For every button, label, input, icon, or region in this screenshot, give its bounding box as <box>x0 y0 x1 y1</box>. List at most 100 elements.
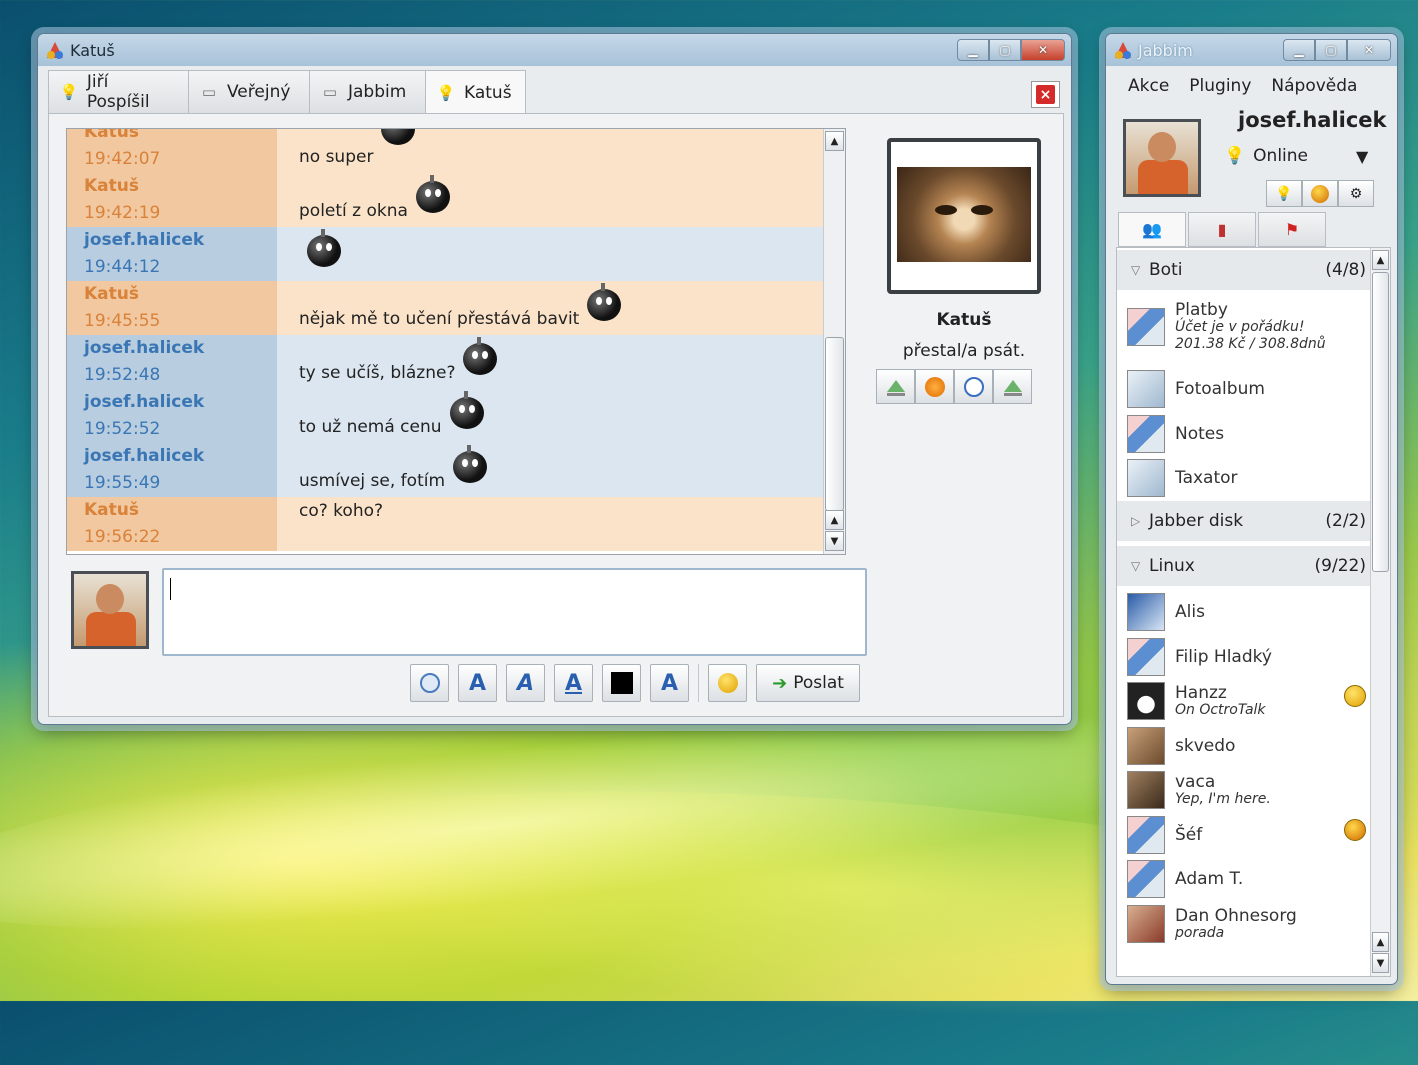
message-nick: josef.halicek <box>84 446 205 466</box>
message-text: no super <box>299 147 374 167</box>
contact-avatar <box>887 138 1041 294</box>
history-button[interactable] <box>954 369 993 404</box>
font-button[interactable]: A <box>650 664 689 702</box>
tab-jiri-pospisil[interactable]: 💡 Jiří Pospíšil <box>48 70 189 113</box>
chat-window: Katuš ▁ ▢ ✕ 💡 Jiří Pospíšil ▭ Veřejný ▭ … <box>37 33 1072 725</box>
bomb-emoticon-icon <box>587 283 622 321</box>
contact-name: Katuš <box>936 310 992 330</box>
message-row: josef.halicek 19:52:52 to už nemá cenu <box>67 389 840 443</box>
menu-akce[interactable]: Akce <box>1128 76 1169 96</box>
jabbim-app-icon <box>1115 42 1131 59</box>
contact-item[interactable]: vaca Yep, I'm here. <box>1117 768 1372 812</box>
scroll-up-button[interactable]: ▲ <box>1372 932 1389 952</box>
my-avatar <box>71 571 149 649</box>
tab-katus[interactable]: 💡 Katuš <box>425 70 526 114</box>
contact-item[interactable]: Taxator <box>1117 456 1372 500</box>
bomb-emoticon-icon <box>463 337 498 375</box>
contact-avatar <box>1127 816 1165 854</box>
in-love-emoticon-icon <box>1344 819 1366 841</box>
contact-item[interactable]: Fotoalbum <box>1117 367 1372 411</box>
upload-icon <box>1003 379 1022 396</box>
upload-icon <box>886 379 905 396</box>
message-time: 19:45:55 <box>84 311 161 331</box>
eject-button[interactable] <box>993 369 1032 404</box>
message-time: 19:44:12 <box>84 257 161 277</box>
link-button[interactable] <box>410 664 449 702</box>
contact-avatar <box>1127 593 1165 631</box>
chat-icon: ▭ <box>201 83 217 101</box>
roster-titlebar[interactable]: Jabbim ▁ ▢ ✕ <box>1106 34 1397 66</box>
contact-item[interactable]: Hanzz On OctroTalk <box>1117 679 1372 723</box>
close-window-button[interactable]: ✕ <box>1021 39 1065 61</box>
flag-icon: ⚑ <box>1284 220 1300 239</box>
chat-tabs: 💡 Jiří Pospíšil ▭ Veřejný ▭ Jabbim 💡 Kat… <box>48 70 526 114</box>
message-nick: Katuš <box>84 500 139 520</box>
send-file-button[interactable] <box>876 369 915 404</box>
maximize-button[interactable]: ▢ <box>989 39 1021 61</box>
contact-item[interactable]: Alis <box>1117 590 1372 634</box>
my-avatar[interactable] <box>1123 119 1201 197</box>
italic-button[interactable]: A <box>506 664 545 702</box>
globe-icon <box>419 673 440 693</box>
menu-pluginy[interactable]: Pluginy <box>1189 76 1251 96</box>
message-time: 19:42:07 <box>84 149 161 169</box>
menu-napoveda[interactable]: Nápověda <box>1271 76 1357 96</box>
alert-button[interactable] <box>915 369 954 404</box>
contact-item[interactable]: Notes <box>1117 412 1372 456</box>
scroll-up-button[interactable]: ▲ <box>825 131 844 151</box>
group-header[interactable]: ▽ Boti (4/8) <box>1117 250 1372 290</box>
color-button[interactable] <box>602 664 641 702</box>
scroll-down-button[interactable]: ▼ <box>825 531 844 551</box>
bold-button[interactable]: A <box>458 664 497 702</box>
chevron-down-icon[interactable]: ▼ <box>1356 147 1368 166</box>
message-log-scrollbar[interactable]: ▲ ▲ ▼ <box>823 129 845 554</box>
contact-list-scrollbar[interactable]: ▲ ▲ ▼ <box>1370 248 1390 976</box>
maximize-button[interactable]: ▢ <box>1315 39 1347 61</box>
message-log[interactable]: Katuš 19:42:07 no super Katuš 19:42:19 pol… <box>66 128 846 555</box>
gear-icon: ⚙ <box>1349 185 1363 202</box>
scroll-up-button[interactable]: ▲ <box>1372 250 1389 270</box>
contact-item[interactable]: Šéf <box>1117 813 1372 857</box>
bomb-emoticon-icon <box>449 391 484 429</box>
tab-bookmarks[interactable]: ▮ <box>1188 212 1256 247</box>
emoticon-button[interactable] <box>708 664 747 702</box>
send-button[interactable]: ➔ Poslat <box>756 664 860 702</box>
contact-item[interactable]: Dan Ohnesorg porada <box>1117 902 1372 946</box>
status-bulb-button[interactable]: 💡 <box>1266 180 1302 207</box>
alert-icon <box>924 376 945 397</box>
close-window-button[interactable]: ✕ <box>1347 39 1391 61</box>
minimize-button[interactable]: ▁ <box>1283 39 1315 61</box>
scroll-down-button[interactable]: ▼ <box>1372 953 1389 973</box>
contact-item[interactable]: Adam T. <box>1117 857 1372 901</box>
contact-item[interactable]: Platby Účet je v pořádku! 201.38 Kč / 308.… <box>1117 292 1372 362</box>
contact-item[interactable]: Filip Hladký <box>1117 635 1372 679</box>
bulb-icon: 💡 <box>1275 185 1293 202</box>
scrollbar-thumb[interactable] <box>825 337 844 511</box>
message-input[interactable] <box>162 568 867 656</box>
contact-avatar <box>1127 727 1165 765</box>
close-tab-button[interactable]: × <box>1031 81 1060 108</box>
tab-verejny[interactable]: ▭ Veřejný <box>188 70 310 113</box>
roster-window: Jabbim ▁ ▢ ✕ Akce Pluginy Nápověda josef… <box>1105 33 1398 985</box>
minimize-button[interactable]: ▁ <box>957 39 989 61</box>
settings-button[interactable]: ⚙ <box>1338 180 1374 207</box>
underline-button[interactable]: A <box>554 664 593 702</box>
tab-contacts[interactable]: 👥 <box>1118 212 1186 247</box>
scrollbar-thumb[interactable] <box>1372 272 1389 572</box>
message-text: usmívej se, fotím <box>299 471 446 491</box>
status-selector[interactable]: 💡 Online <box>1224 146 1308 166</box>
chat-content: Katuš 19:42:07 no super Katuš 19:42:19 pol… <box>48 113 1064 717</box>
group-header[interactable]: ▷ Jabber disk (2/2) <box>1117 501 1372 541</box>
message-row: Katuš 19:42:19 poletí z okna <box>67 173 840 227</box>
message-nick: josef.halicek <box>84 392 205 412</box>
tab-jabbim[interactable]: ▭ Jabbim <box>309 70 426 113</box>
tab-transports[interactable]: ⚑ <box>1258 212 1326 247</box>
contact-list[interactable]: ▽ Boti (4/8) Platby Účet je v pořádku! 201… <box>1116 247 1391 977</box>
chat-titlebar[interactable]: Katuš ▁ ▢ ✕ <box>38 34 1071 66</box>
message-time: 19:56:22 <box>84 527 161 547</box>
group-header[interactable]: ▽ Linux (9/22) <box>1117 546 1372 586</box>
scroll-up-button[interactable]: ▲ <box>825 510 844 530</box>
contact-item[interactable]: skvedo <box>1117 724 1372 768</box>
collapsed-triangle-icon: ▷ <box>1131 514 1141 528</box>
mood-button[interactable] <box>1302 180 1338 207</box>
